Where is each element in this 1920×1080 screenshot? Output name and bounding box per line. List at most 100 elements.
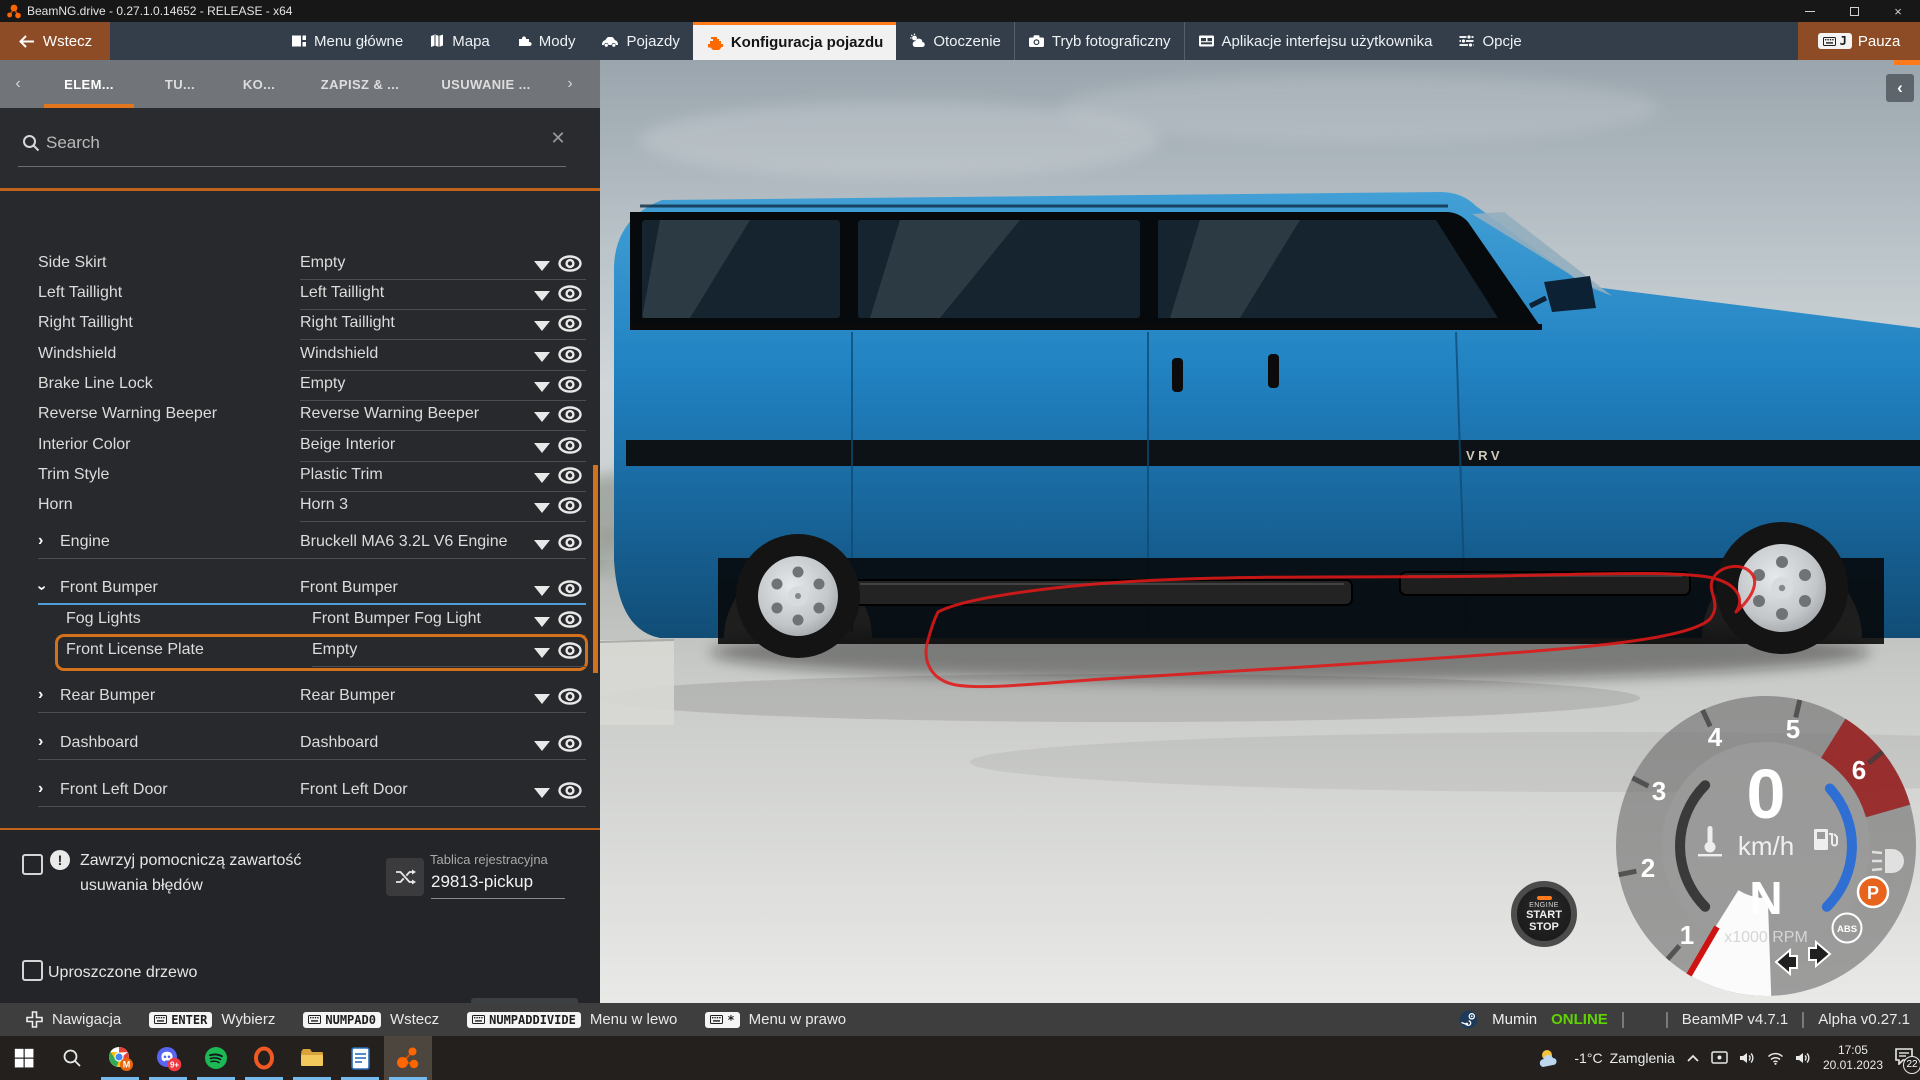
- search-clear-icon[interactable]: ✕: [546, 126, 570, 150]
- part-dropdown[interactable]: Right Taillight: [300, 314, 395, 332]
- maximize-button[interactable]: [1832, 0, 1876, 22]
- menu-item-options[interactable]: Opcje: [1445, 22, 1534, 60]
- menu-item-photo-mode[interactable]: Tryb fotograficzny: [1014, 22, 1184, 60]
- dropdown-caret-icon[interactable]: [534, 648, 550, 658]
- start-button[interactable]: [0, 1036, 48, 1080]
- part-dropdown[interactable]: Dashboard: [300, 734, 378, 752]
- expand-chevron-icon[interactable]: ›: [38, 686, 43, 704]
- tab-save-load[interactable]: ZAPISZ & ...: [300, 60, 420, 108]
- visibility-eye-icon[interactable]: [558, 467, 582, 489]
- debug-checkbox[interactable]: [22, 854, 43, 875]
- panel-scrollbar[interactable]: [593, 465, 598, 673]
- taskbar-clock[interactable]: 17:05 20.01.2023: [1823, 1043, 1883, 1073]
- back-button[interactable]: Wstecz: [0, 22, 110, 60]
- right-panel-collapse-chevron[interactable]: ‹: [1886, 74, 1914, 102]
- part-dropdown[interactable]: Bruckell MA6 3.2L V6 Engine: [300, 533, 508, 551]
- visibility-eye-icon[interactable]: [558, 580, 582, 602]
- license-plate-input[interactable]: [431, 872, 565, 899]
- collapse-chevron-icon[interactable]: ›: [33, 585, 51, 590]
- tray-speaker-icon[interactable]: [1739, 1051, 1756, 1065]
- tab-tuning[interactable]: TU...: [142, 60, 218, 108]
- part-dropdown[interactable]: Horn 3: [300, 496, 348, 514]
- part-dropdown[interactable]: Windshield: [300, 345, 378, 363]
- part-dropdown[interactable]: Empty: [300, 375, 345, 393]
- menu-item-mods[interactable]: Mody: [503, 22, 589, 60]
- dropdown-caret-icon[interactable]: [534, 586, 550, 596]
- visibility-eye-icon[interactable]: [558, 642, 582, 664]
- visibility-eye-icon[interactable]: [558, 406, 582, 428]
- expand-chevron-icon[interactable]: ›: [38, 780, 43, 798]
- visibility-eye-icon[interactable]: [558, 285, 582, 307]
- taskbar-writer-document[interactable]: [336, 1036, 384, 1080]
- visibility-eye-icon[interactable]: [558, 437, 582, 459]
- tabs-scroll-left-chevron[interactable]: ‹: [0, 75, 36, 93]
- menu-item-vehicle-config[interactable]: Konfiguracja pojazdu: [693, 22, 897, 60]
- dropdown-caret-icon[interactable]: [534, 291, 550, 301]
- engine-start-stop-button[interactable]: ENGINE START STOP: [1511, 881, 1577, 947]
- action-center-button[interactable]: 22: [1894, 1047, 1914, 1070]
- expand-chevron-icon[interactable]: ›: [38, 532, 43, 550]
- visibility-eye-icon[interactable]: [558, 611, 582, 633]
- dropdown-caret-icon[interactable]: [534, 741, 550, 751]
- part-dropdown[interactable]: Rear Bumper: [300, 687, 395, 705]
- visibility-eye-icon[interactable]: [558, 688, 582, 710]
- dropdown-caret-icon[interactable]: [534, 261, 550, 271]
- visibility-eye-icon[interactable]: [558, 346, 582, 368]
- menu-item-vehicles[interactable]: Pojazdy: [588, 22, 692, 60]
- tab-parts[interactable]: ELEM...: [36, 60, 142, 108]
- part-dropdown[interactable]: Plastic Trim: [300, 466, 383, 484]
- search-input[interactable]: [46, 128, 506, 158]
- part-dropdown[interactable]: Left Taillight: [300, 284, 384, 302]
- visibility-eye-icon[interactable]: [558, 782, 582, 804]
- taskbar-file-explorer[interactable]: [288, 1036, 336, 1080]
- dropdown-caret-icon[interactable]: [534, 503, 550, 513]
- game-viewport[interactable]: VRV: [600, 60, 1920, 1003]
- dropdown-caret-icon[interactable]: [534, 443, 550, 453]
- tray-speaker2-icon[interactable]: [1795, 1051, 1812, 1065]
- visibility-eye-icon[interactable]: [558, 255, 582, 277]
- visibility-eye-icon[interactable]: [558, 534, 582, 556]
- dropdown-caret-icon[interactable]: [534, 694, 550, 704]
- taskbar-discord[interactable]: 9+: [144, 1036, 192, 1080]
- simple-tree-checkbox[interactable]: [22, 960, 43, 981]
- dropdown-caret-icon[interactable]: [534, 617, 550, 627]
- taskbar-origin[interactable]: [240, 1036, 288, 1080]
- dropdown-caret-icon[interactable]: [534, 352, 550, 362]
- taskbar-chrome[interactable]: M: [96, 1036, 144, 1080]
- part-dropdown[interactable]: Front Left Door: [300, 781, 408, 799]
- weather-widget[interactable]: -1°C Zamglenia: [1574, 1050, 1675, 1066]
- visibility-eye-icon[interactable]: [558, 497, 582, 519]
- menu-item-map[interactable]: Mapa: [416, 22, 503, 60]
- menu-item-ui-apps[interactable]: Aplikacje interfejsu użytkownika: [1184, 22, 1446, 60]
- expand-chevron-icon[interactable]: ›: [38, 733, 43, 751]
- part-dropdown[interactable]: Empty: [312, 641, 357, 659]
- dropdown-caret-icon[interactable]: [534, 540, 550, 550]
- tray-expand-chevron-icon[interactable]: [1686, 1053, 1700, 1063]
- dropdown-caret-icon[interactable]: [534, 473, 550, 483]
- menu-item-main-menu[interactable]: Menu główne: [278, 22, 416, 60]
- close-button[interactable]: ×: [1876, 0, 1920, 22]
- dropdown-caret-icon[interactable]: [534, 382, 550, 392]
- visibility-eye-icon[interactable]: [558, 735, 582, 757]
- part-dropdown[interactable]: Front Bumper Fog Light: [312, 610, 481, 628]
- tray-wifi-icon[interactable]: [1767, 1052, 1784, 1065]
- part-dropdown[interactable]: Front Bumper: [300, 579, 398, 597]
- pause-button[interactable]: J Pauza: [1798, 22, 1920, 60]
- part-dropdown[interactable]: Empty: [300, 254, 345, 272]
- taskbar-spotify[interactable]: [192, 1036, 240, 1080]
- part-dropdown[interactable]: Beige Interior: [300, 436, 395, 454]
- minimize-button[interactable]: [1788, 0, 1832, 22]
- dropdown-caret-icon[interactable]: [534, 412, 550, 422]
- tab-color[interactable]: KO...: [218, 60, 300, 108]
- visibility-eye-icon[interactable]: [558, 376, 582, 398]
- menu-item-environment[interactable]: Otoczenie: [896, 22, 1014, 60]
- part-dropdown[interactable]: Reverse Warning Beeper: [300, 405, 479, 423]
- tray-display-icon[interactable]: [1711, 1051, 1728, 1065]
- taskbar-beamng-active[interactable]: [384, 1036, 432, 1080]
- visibility-eye-icon[interactable]: [558, 315, 582, 337]
- dropdown-caret-icon[interactable]: [534, 321, 550, 331]
- dropdown-caret-icon[interactable]: [534, 788, 550, 798]
- tabs-scroll-right-chevron[interactable]: ›: [552, 75, 588, 93]
- randomize-plate-button[interactable]: [386, 858, 424, 896]
- taskbar-search-button[interactable]: [48, 1036, 96, 1080]
